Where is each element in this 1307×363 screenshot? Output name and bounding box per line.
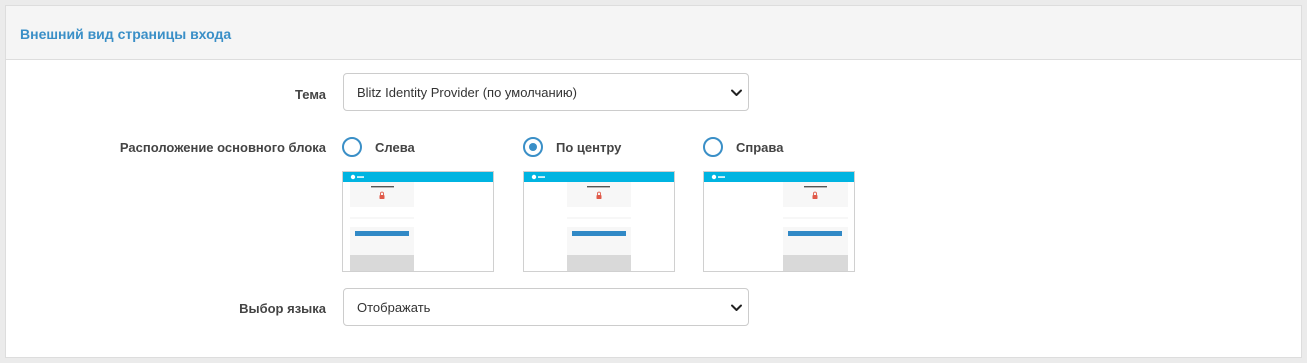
panel-title: Внешний вид страницы входа: [20, 25, 232, 42]
radio-center[interactable]: [523, 137, 543, 157]
layout-option-center[interactable]: По центру: [523, 137, 621, 157]
layout-option-right[interactable]: Справа: [703, 137, 783, 157]
language-select[interactable]: Отображать: [343, 288, 749, 326]
radio-left[interactable]: [342, 137, 362, 157]
preview-center-image: [524, 172, 674, 271]
theme-select[interactable]: Blitz Identity Provider (по умолчанию): [343, 73, 749, 111]
preview-left-image: [343, 172, 493, 271]
preview-right-image: [704, 172, 854, 271]
chevron-down-icon: [731, 89, 742, 96]
layout-preview-center[interactable]: [523, 171, 675, 272]
language-label: Выбор языка: [239, 301, 326, 316]
radio-right[interactable]: [703, 137, 723, 157]
layout-preview-right[interactable]: [703, 171, 855, 272]
language-select-value: Отображать: [357, 299, 431, 315]
chevron-down-icon: [731, 304, 742, 311]
layout-label: Расположение основного блока: [119, 140, 326, 155]
layout-preview-left[interactable]: [342, 171, 494, 272]
theme-select-value: Blitz Identity Provider (по умолчанию): [357, 84, 577, 100]
theme-label: Тема: [294, 87, 326, 102]
layout-option-right-label: Справа: [736, 139, 784, 155]
layout-option-center-label: По центру: [556, 139, 622, 155]
login-appearance-panel: Внешний вид страницы входа Тема Blitz Id…: [5, 5, 1302, 358]
panel-header: Внешний вид страницы входа: [6, 6, 1301, 60]
layout-option-left-label: Слева: [375, 139, 415, 155]
layout-option-left[interactable]: Слева: [342, 137, 415, 157]
